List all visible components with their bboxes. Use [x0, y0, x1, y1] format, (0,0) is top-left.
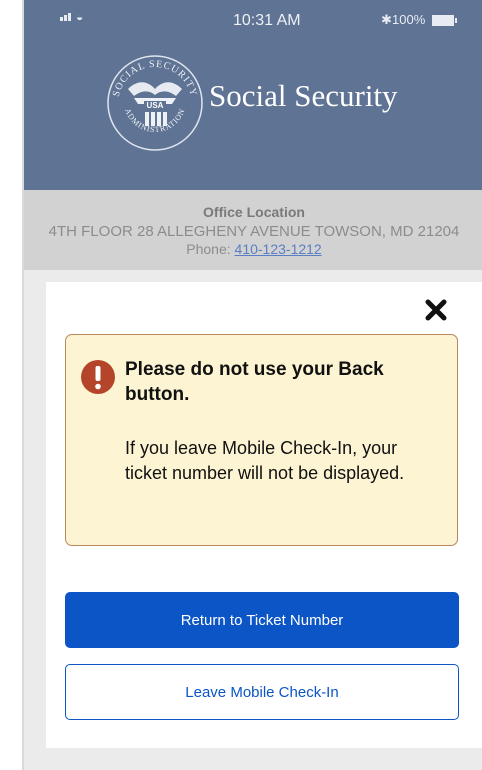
close-icon[interactable]	[422, 296, 450, 324]
mobile-screen: ◒ 10:31 AM ✱ 100% SOCIAL SECURITY ADMINI…	[22, 0, 482, 770]
alert-message: If you leave Mobile Check-In, your ticke…	[125, 438, 405, 483]
exclamation-icon	[81, 360, 115, 394]
warning-alert: Please do not use your Back button. If y…	[65, 334, 458, 546]
bluetooth-icon: ✱	[381, 12, 392, 27]
status-bar: ◒ 10:31 AM ✱ 100%	[24, 0, 482, 40]
return-to-ticket-button[interactable]: Return to Ticket Number	[65, 592, 459, 648]
app-header: ◒ 10:31 AM ✱ 100% SOCIAL SECURITY ADMINI…	[24, 0, 482, 190]
office-location-panel: Office Location 4TH FLOOR 28 ALLEGHENY A…	[24, 190, 482, 270]
phone-label: Phone:	[186, 241, 231, 257]
ssa-seal-logo: SOCIAL SECURITY ADMINISTRATION USA	[107, 55, 203, 151]
signal-icon	[60, 13, 71, 21]
battery-percentage: 100%	[392, 12, 426, 27]
seal-center-text: USA	[147, 101, 164, 110]
leave-warning-dialog: Please do not use your Back button. If y…	[46, 282, 482, 748]
status-time: 10:31 AM	[233, 12, 301, 29]
battery-icon	[432, 15, 457, 26]
leave-mobile-checkin-button[interactable]: Leave Mobile Check-In	[65, 664, 459, 720]
office-address: 4TH FLOOR 28 ALLEGHENY AVENUE TOWSON, MD…	[48, 223, 460, 240]
phone-link[interactable]: 410-123-1212	[235, 241, 322, 257]
office-location-label: Office Location	[203, 204, 305, 220]
app-title: Social Security	[209, 78, 398, 113]
alert-heading: Please do not use your Back button.	[125, 359, 384, 405]
wifi-icon: ◒	[76, 10, 84, 24]
office-phone-line: Phone: 410-123-1212	[24, 241, 482, 257]
